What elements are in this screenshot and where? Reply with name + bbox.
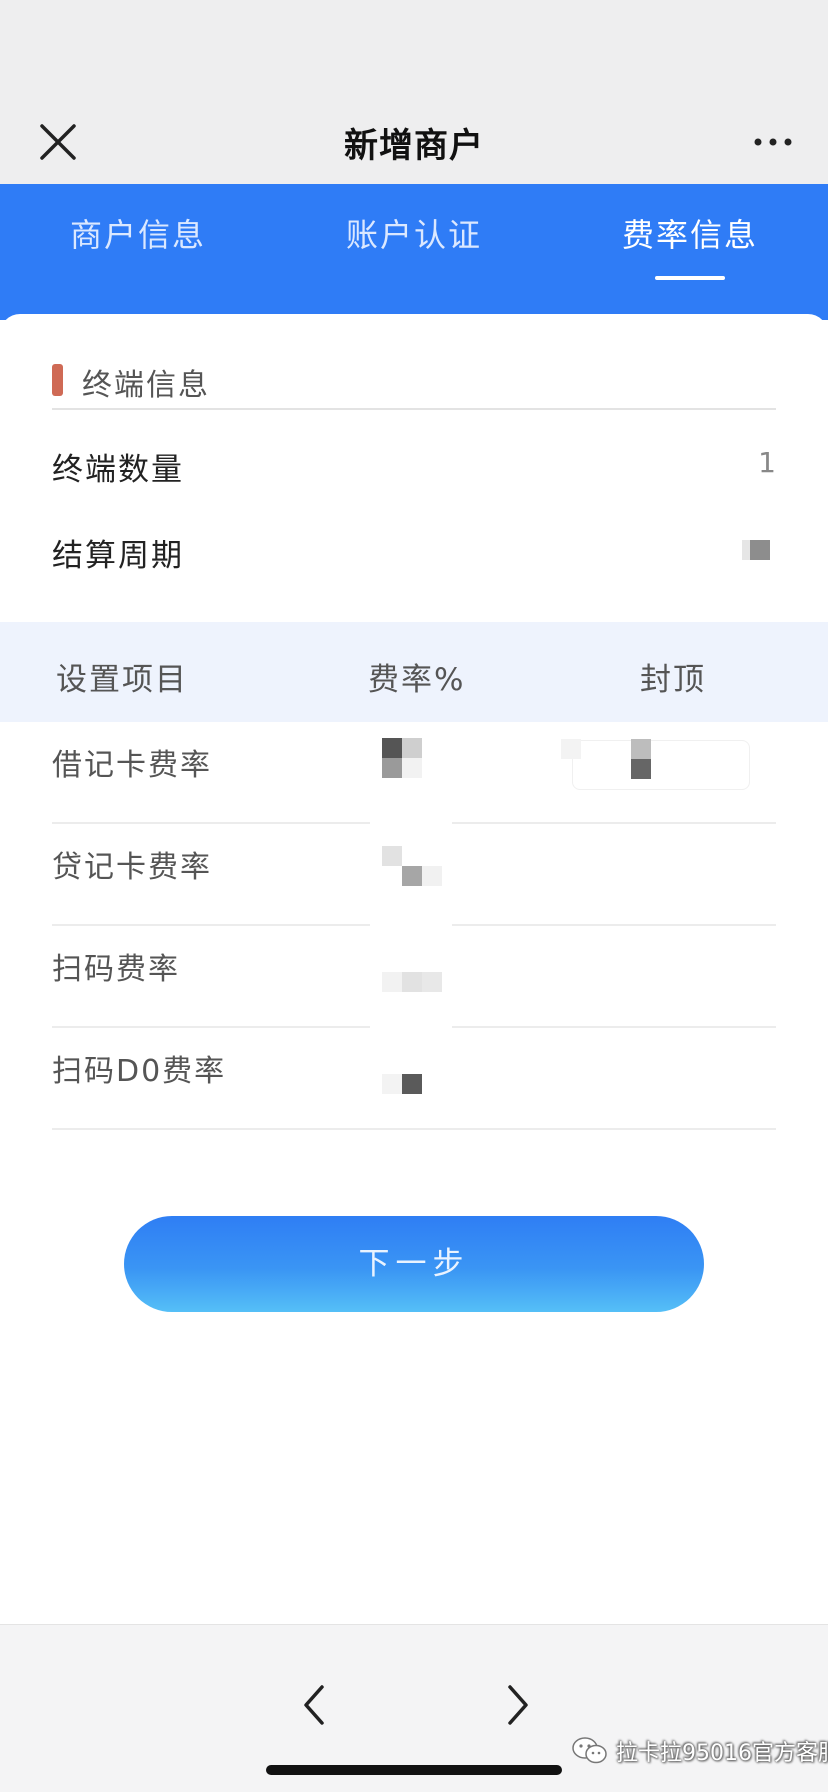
- browser-toolbar: 拉卡拉95016官方客服: [0, 1624, 828, 1792]
- page-title: 新增商户: [344, 126, 484, 166]
- qr-rate-input-redacted[interactable]: [382, 936, 446, 996]
- row-divider: [52, 1128, 776, 1130]
- chevron-left-icon[interactable]: [294, 1677, 334, 1733]
- rate-label: 扫码费率: [52, 952, 180, 987]
- header-rate-percent: 费率%: [368, 662, 466, 698]
- home-indicator[interactable]: [266, 1765, 562, 1775]
- rate-label: 借记卡费率: [52, 748, 212, 783]
- credit-rate-input-redacted[interactable]: [382, 834, 446, 894]
- section-title: 终端信息: [82, 368, 210, 403]
- debit-cap-input-redacted[interactable]: [561, 739, 750, 790]
- tab-bar: 商户信息 账户认证 费率信息: [0, 184, 828, 320]
- rate-row-qr: 扫码费率: [52, 926, 776, 1028]
- wechat-logo-icon: [570, 1735, 610, 1767]
- chevron-right-icon[interactable]: [498, 1677, 538, 1733]
- terminal-count-value[interactable]: 1: [758, 446, 776, 479]
- tab-rate-info[interactable]: 费率信息: [552, 210, 828, 256]
- terminal-count-row[interactable]: 终端数量 1: [52, 426, 776, 496]
- settlement-cycle-row[interactable]: 结算周期: [52, 512, 776, 582]
- settlement-cycle-value-redacted[interactable]: [750, 540, 770, 560]
- next-step-button[interactable]: 下一步: [124, 1216, 704, 1312]
- terminal-count-label: 终端数量: [52, 452, 184, 488]
- section-accent-bar: [52, 364, 63, 396]
- rate-table-header: 设置项目 费率% 封顶: [0, 622, 828, 722]
- header-setting-item: 设置项目: [56, 662, 188, 698]
- debit-rate-input-redacted[interactable]: [382, 732, 446, 792]
- settlement-cycle-label: 结算周期: [52, 538, 184, 574]
- status-bar: [0, 0, 828, 100]
- nav-bar: 新增商户: [0, 100, 828, 184]
- active-tab-indicator: [655, 276, 725, 280]
- rate-row-credit: 贷记卡费率: [52, 824, 776, 926]
- section-divider: [52, 408, 776, 410]
- form-card: 终端信息 终端数量 1 结算周期 设置项目 费率% 封顶 借记卡费率 贷记卡费率…: [0, 314, 828, 1624]
- section-header: 终端信息: [52, 338, 776, 410]
- rate-label: 扫码D0费率: [52, 1054, 227, 1089]
- qr-d0-rate-input-redacted[interactable]: [382, 1038, 446, 1098]
- tab-merchant-info[interactable]: 商户信息: [0, 210, 276, 256]
- rate-row-debit: 借记卡费率: [52, 722, 776, 824]
- tab-account-verification[interactable]: 账户认证: [276, 210, 552, 256]
- rate-label: 贷记卡费率: [52, 850, 212, 885]
- header-cap: 封顶: [640, 662, 706, 698]
- more-icon[interactable]: [748, 122, 798, 162]
- screen: 新增商户 商户信息 账户认证 费率信息 终端信息 终端数量 1 结算周期 设置项…: [0, 0, 828, 1792]
- watermark-text: 拉卡拉95016官方客服: [616, 1741, 828, 1766]
- rate-row-qr-d0: 扫码D0费率: [52, 1028, 776, 1130]
